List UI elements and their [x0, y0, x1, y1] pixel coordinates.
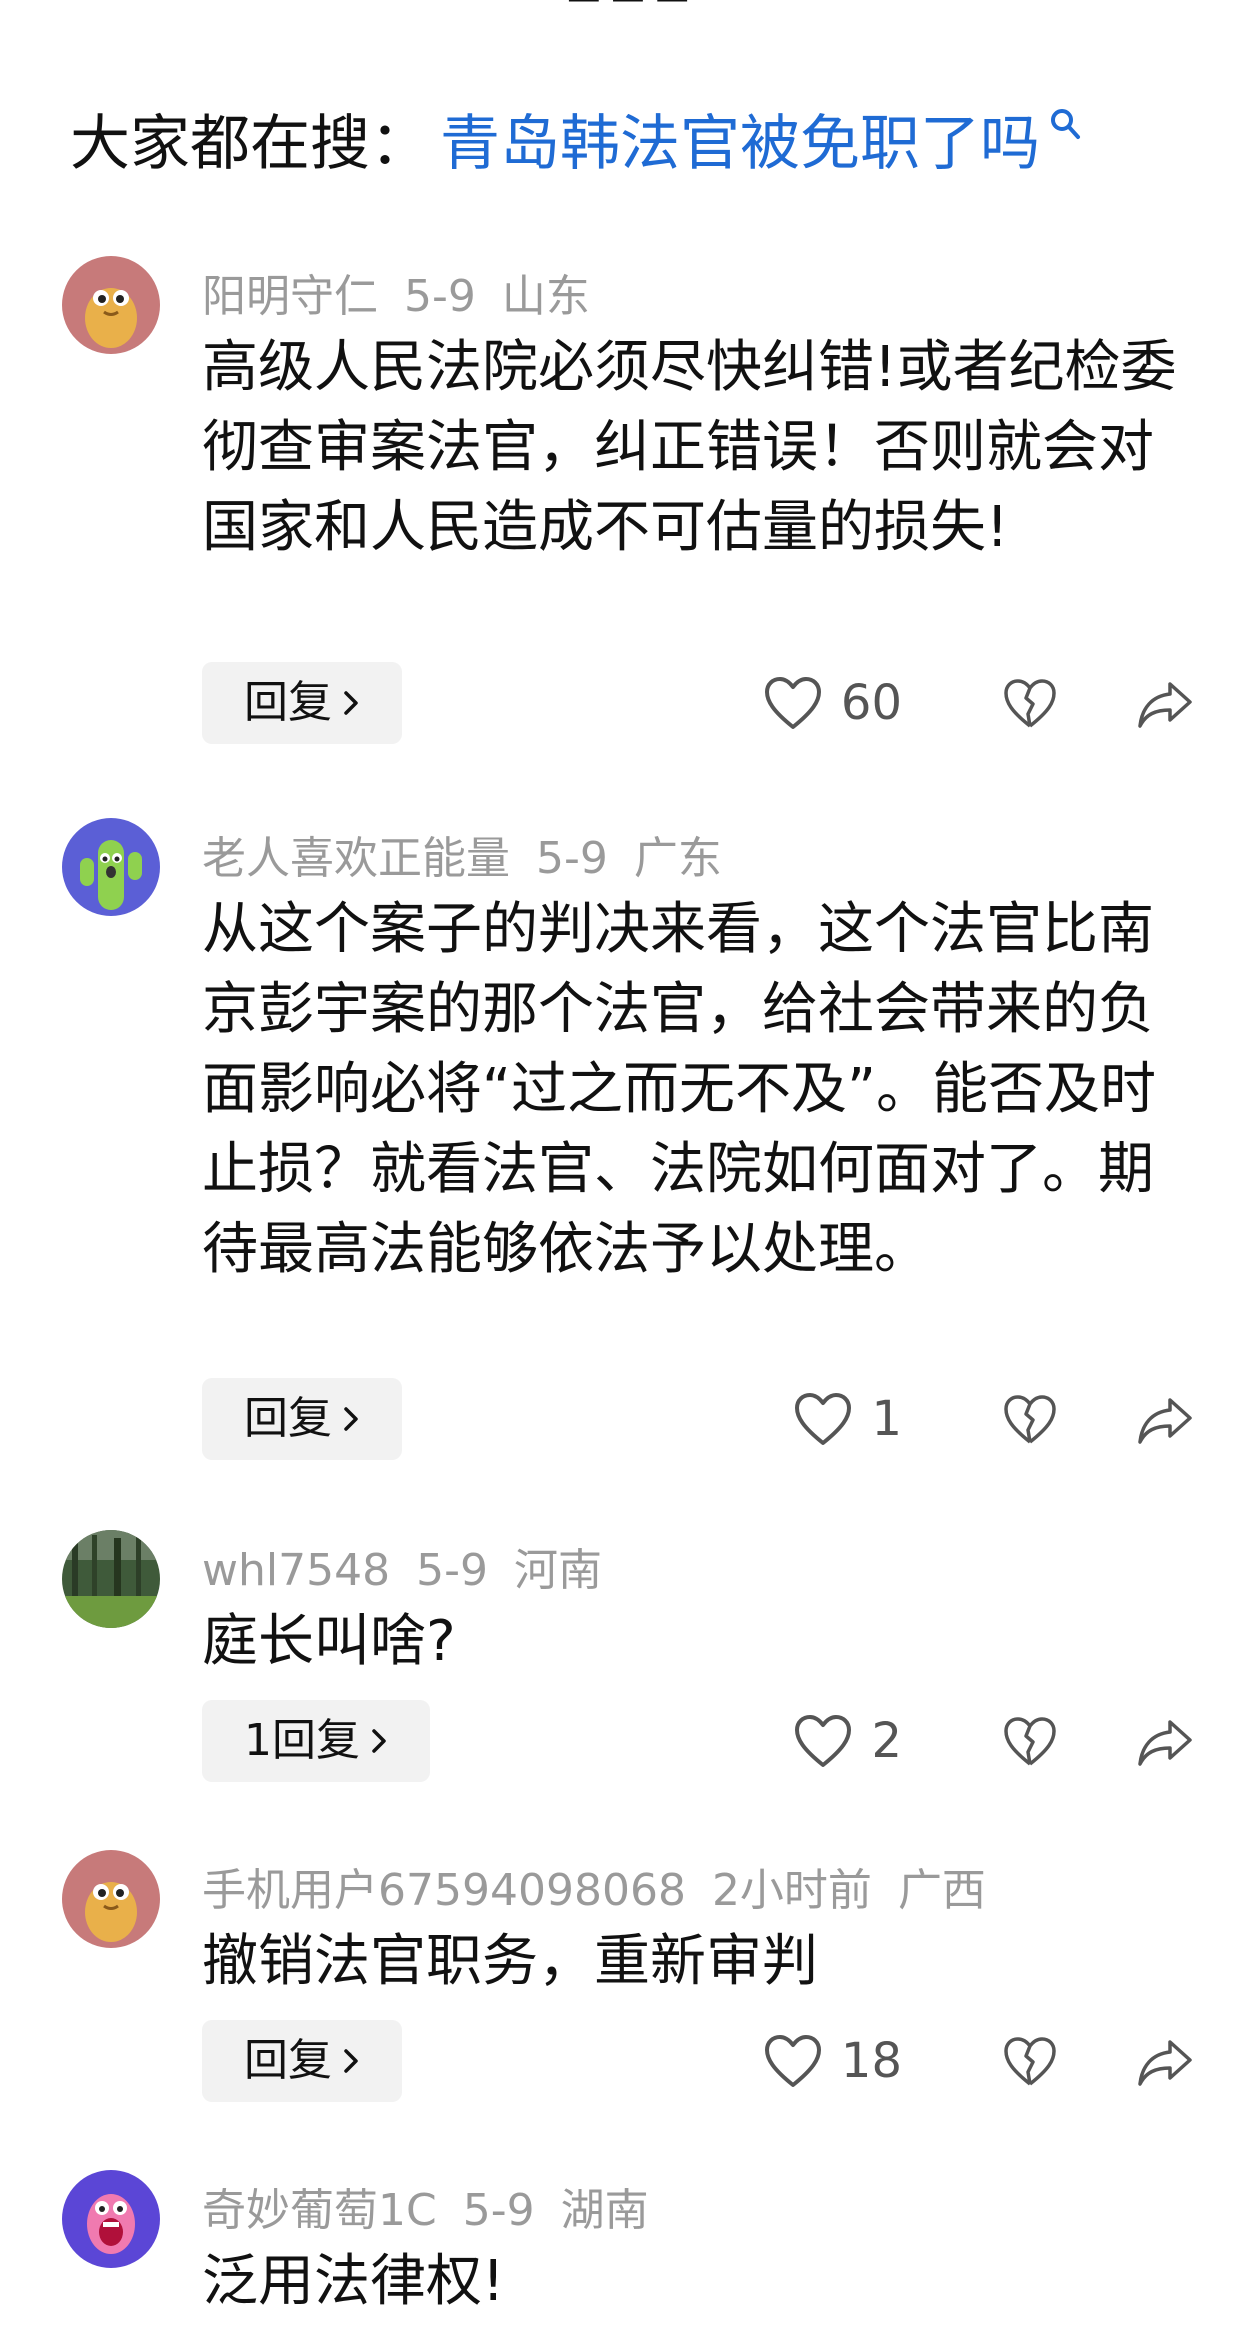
reply-button[interactable]: 回复 [202, 662, 402, 744]
comment-actions: 1回复 2 [202, 1700, 1202, 1782]
comment-item: 奇妙葡萄1C 5-9 湖南 泛用法律权! [0, 2144, 1256, 2344]
comment-list: 阳明守仁 5-9 山东 高级人民法院必须尽快纠错!或者纪检委彻查审案法官，纠正错误！… [0, 230, 1256, 2344]
comment-text: 庭长叫啥? [202, 1609, 456, 1674]
comment-date: 5-9 [536, 833, 608, 884]
avatar[interactable] [62, 818, 160, 916]
chevron-right-icon [372, 1729, 386, 1753]
like-count: 2 [871, 1713, 902, 1769]
like-count: 60 [840, 675, 902, 731]
grape-avatar-icon [62, 2170, 160, 2268]
reply-label: 回复 [244, 677, 332, 728]
comment-text: 高级人民法院必须尽快纠错!或者纪检委彻查审案法官，纠正错误！否则就会对国家和人民… [202, 335, 1177, 560]
reply-label: 回复 [244, 1393, 332, 1444]
peanut-avatar-icon [62, 256, 160, 354]
share-arrow-icon[interactable] [1136, 2034, 1194, 2090]
comment-actions: 回复 1 [202, 1378, 1202, 1460]
broken-heart-icon[interactable] [1002, 2034, 1058, 2090]
top-cut-off-title: ━ ━ ━ [0, 0, 1256, 26]
like-count: 18 [840, 2033, 902, 2089]
heart-icon [764, 2035, 821, 2087]
broken-heart-icon[interactable] [1002, 1714, 1058, 1770]
username[interactable]: 老人喜欢正能量 [202, 833, 510, 884]
search-icon[interactable] [1048, 107, 1082, 141]
share-arrow-icon[interactable] [1136, 676, 1194, 732]
peanut-avatar-icon [62, 1850, 160, 1948]
share-arrow-icon[interactable] [1136, 1714, 1194, 1770]
avatar[interactable] [62, 256, 160, 354]
broken-heart-icon[interactable] [1002, 676, 1058, 732]
comment-meta: whl7548 5-9 河南 [202, 1534, 628, 1598]
reply-button[interactable]: 回复 [202, 2020, 402, 2102]
comment-date: 5-9 [404, 271, 476, 322]
comment-item: 阳明守仁 5-9 山东 高级人民法院必须尽快纠错!或者纪检委彻查审案法官，纠正错误！… [0, 230, 1256, 792]
comment-location: 湖南 [560, 2185, 649, 2236]
comment-meta: 阳明守仁 5-9 山东 [202, 260, 616, 324]
comment-text: 撤销法官职务，重新审判 [202, 1929, 818, 1994]
comment-actions: 回复 18 [202, 2020, 1202, 2102]
broken-heart-icon[interactable] [1002, 1392, 1058, 1448]
heart-icon [764, 677, 821, 729]
comment-actions: 回复 60 [202, 662, 1202, 744]
chevron-right-icon [344, 1407, 358, 1431]
like-button[interactable]: 2 [793, 1708, 902, 1774]
username[interactable]: 阳明守仁 [202, 271, 378, 322]
username[interactable]: whl7548 [202, 1545, 390, 1596]
username[interactable]: 奇妙葡萄1C [202, 2185, 437, 2236]
comment-text: 从这个案子的判决来看，这个法官比南京彭宇案的那个法官，给社会带来的负面影响必将“… [202, 897, 1157, 1282]
comment-item: 手机用户67594098068 2小时前 广西 撤销法官职务，重新审判 回复 18 [0, 1824, 1256, 2144]
avatar[interactable] [62, 1530, 160, 1628]
cactus-avatar-icon [62, 818, 160, 916]
reply-label: 1回复 [244, 1715, 360, 1766]
like-button[interactable]: 18 [763, 2028, 902, 2094]
chevron-right-icon [344, 691, 358, 715]
avatar[interactable] [62, 1850, 160, 1948]
comment-location: 山东 [501, 271, 590, 322]
trending-search-query[interactable]: 青岛韩法官被免职了吗 [440, 95, 1040, 182]
comment-item: 老人喜欢正能量 5-9 广东 从这个案子的判决来看，这个法官比南京彭宇案的那个法官，… [0, 792, 1256, 1504]
comment-location: 广西 [897, 1865, 986, 1916]
comment-location: 河南 [513, 1545, 602, 1596]
comment-meta: 手机用户67594098068 2小时前 广西 [202, 1854, 1012, 1918]
forest-photo-avatar-icon [62, 1530, 160, 1628]
comment-meta: 老人喜欢正能量 5-9 广东 [202, 822, 748, 886]
reply-button[interactable]: 回复 [202, 1378, 402, 1460]
chevron-right-icon [344, 2049, 358, 2073]
trending-search-label: 大家都在搜： [70, 108, 430, 179]
heart-icon [795, 1715, 852, 1767]
comment-text: 泛用法律权! [202, 2249, 505, 2314]
trending-search-row[interactable]: 大家都在搜： 青岛韩法官被免职了吗 [70, 98, 1082, 179]
comment-date: 5-9 [462, 2185, 535, 2236]
like-button[interactable]: 1 [793, 1386, 902, 1452]
avatar[interactable] [62, 2170, 160, 2268]
comment-date: 5-9 [416, 1545, 488, 1596]
username[interactable]: 手机用户67594098068 [202, 1865, 686, 1916]
like-count: 1 [871, 1391, 902, 1447]
like-button[interactable]: 60 [763, 670, 902, 736]
reply-button[interactable]: 1回复 [202, 1700, 430, 1782]
reply-label: 回复 [244, 2035, 332, 2086]
comment-date: 2小时前 [711, 1865, 872, 1916]
comment-item: whl7548 5-9 河南 庭长叫啥? 1回复 2 [0, 1504, 1256, 1824]
heart-icon [795, 1393, 852, 1445]
comment-meta: 奇妙葡萄1C 5-9 湖南 [202, 2174, 675, 2238]
comment-location: 广东 [633, 833, 722, 884]
share-arrow-icon[interactable] [1136, 1392, 1194, 1448]
